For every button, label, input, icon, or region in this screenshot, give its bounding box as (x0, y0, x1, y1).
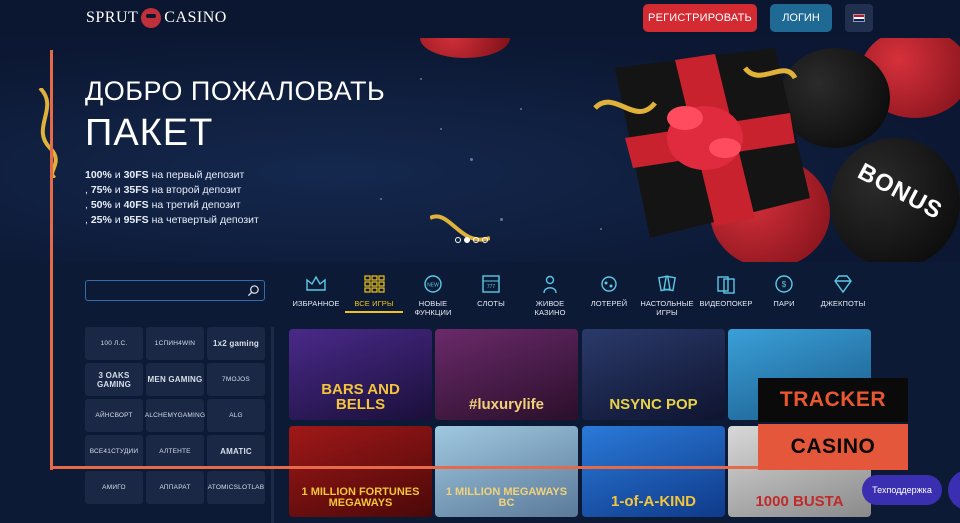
search-icon[interactable] (247, 284, 260, 297)
bonus-offer-line: , 75% и 35FS на второй депозит (85, 184, 242, 196)
tracker-watermark: TRACKER (758, 378, 908, 422)
new-badge-icon: NEW (424, 275, 442, 293)
coin-icon: $ (775, 275, 793, 293)
game-tile[interactable]: 1 MILLION MEGAWAYS BC (435, 426, 578, 517)
register-button[interactable]: РЕГИСТРИРОВАТЬ (643, 4, 757, 32)
category-lottery[interactable]: ЛОТЕРЕЙ (579, 274, 639, 308)
category-all-games[interactable]: ВСЕ ИГРЫ (344, 274, 404, 308)
logo-text-left: SPRUT (86, 9, 139, 26)
octopus-icon (141, 8, 162, 28)
banner-title: ДОБРО ПОЖАЛОВАТЬ (85, 76, 386, 106)
game-tile[interactable]: 1-of-A-KIND (582, 426, 725, 517)
provider-tile[interactable]: MEN GAMING (146, 363, 204, 396)
red-balloon-icon (420, 38, 510, 58)
provider-tile[interactable]: 1x2 gaming (207, 327, 265, 360)
category-table-games[interactable]: НАСТОЛЬНЫЕ ИГРЫ (637, 274, 697, 317)
bonus-offer-line: 100% и 30FS на первый депозит (85, 169, 245, 181)
grid-icon (364, 275, 385, 293)
banner-subtitle: ПАКЕТ (85, 112, 214, 154)
game-title: NSYNC POP (609, 396, 698, 413)
search-input[interactable] (90, 283, 240, 298)
category-live-casino[interactable]: ЖИВОЕ КАЗИНО (520, 274, 580, 317)
game-title: 1-of-A-KIND (611, 493, 696, 510)
game-tile[interactable]: NSYNC POP (582, 329, 725, 420)
provider-tile[interactable]: АЛТЕНТЕ (146, 435, 204, 468)
game-title: 1000 BUSTA (755, 493, 844, 510)
svg-text:NEW: NEW (427, 283, 439, 289)
casino-watermark: CASINO (758, 424, 908, 470)
page: SPRUT CASINO РЕГИСТРИРОВАТЬ ЛОГИН ДОБРО … (0, 0, 960, 523)
gold-ribbon-icon (430, 214, 490, 242)
gift-box-icon (593, 48, 810, 238)
category-video-poker[interactable]: ВИДЕОПОКЕР (696, 274, 756, 308)
svg-text:777: 777 (487, 284, 496, 290)
provider-tile[interactable]: ВСЕ41СТУДИИ (85, 435, 143, 468)
provider-tile[interactable]: ATOMICSLOTLAB (207, 471, 265, 504)
slider-dot[interactable] (482, 237, 488, 243)
category-slots[interactable]: 777 СЛОТЫ (461, 274, 521, 308)
game-search (85, 280, 265, 301)
poker-icon (717, 276, 735, 294)
game-title: #luxurylife (468, 396, 545, 413)
bonus-offers: 100% и 30FS на первый депозит , 75% и 35… (85, 168, 259, 228)
dealer-icon (543, 275, 557, 294)
provider-tile[interactable]: АМИГО (85, 471, 143, 504)
diamond-icon (834, 275, 852, 294)
slot-machine-icon: 777 (482, 275, 500, 293)
cards-icon (658, 275, 676, 292)
provider-tile[interactable]: ALCHEMYGAMING (145, 399, 205, 432)
svg-text:$: $ (782, 280, 787, 289)
game-tile[interactable]: #luxurylife (435, 329, 578, 420)
language-button[interactable] (845, 4, 873, 32)
provider-tile[interactable]: 100 Л.С. (85, 327, 143, 360)
provider-tile[interactable]: 3 OAKS GAMING (85, 363, 143, 396)
chat-icon[interactable] (948, 470, 960, 510)
site-logo[interactable]: SPRUT CASINO (86, 8, 227, 28)
crown-icon (306, 275, 326, 291)
provider-tile[interactable]: AMATIC (207, 435, 265, 468)
game-title: BARS AND BELLS (321, 381, 400, 413)
active-category-underline (345, 311, 403, 313)
category-jackpots[interactable]: ДЖЕКПОТЫ (813, 274, 873, 308)
provider-tile[interactable]: АППАРАТ (146, 471, 204, 504)
game-title: 1 MILLION MEGAWAYS BC (445, 486, 568, 509)
category-favorites[interactable]: ИЗБРАННОЕ (286, 274, 346, 308)
logo-text-right: CASINO (164, 9, 227, 26)
provider-tile[interactable]: 7MOJOS (207, 363, 265, 396)
overlay-frame-vertical (50, 50, 53, 470)
provider-tile[interactable]: ALG (207, 399, 265, 432)
category-bets[interactable]: $ ПАРИ (754, 274, 814, 308)
support-chat-button[interactable]: Техподдержка (862, 475, 942, 505)
slider-dot[interactable] (473, 237, 479, 243)
provider-tile[interactable]: 1СПИН4WIN (146, 327, 204, 360)
provider-scrollbar[interactable] (271, 327, 274, 523)
provider-grid: 100 Л.С. 1СПИН4WIN 1x2 gaming 3 OAKS GAM… (85, 327, 265, 504)
game-title: 1 MILLION FORTUNES MEGAWAYS (301, 486, 420, 509)
bonus-offer-line: , 50% и 40FS на третий депозит (85, 199, 241, 211)
lottery-icon (601, 276, 617, 292)
promo-banner[interactable]: ДОБРО ПОЖАЛОВАТЬ ПАКЕТ 100% и 30FS на пе… (0, 38, 960, 262)
overlay-frame-horizontal (50, 466, 760, 469)
game-tile[interactable]: 1 MILLION FORTUNES MEGAWAYS (289, 426, 432, 517)
bonus-offer-line: , 25% и 95FS на четвертый депозит (85, 214, 259, 226)
slider-dots (455, 237, 488, 243)
category-new-features[interactable]: NEW НОВЫЕ ФУНКЦИИ (403, 274, 463, 317)
login-button[interactable]: ЛОГИН (770, 4, 832, 32)
top-header: SPRUT CASINO РЕГИСТРИРОВАТЬ ЛОГИН (0, 0, 960, 38)
provider-tile[interactable]: АЙНСВОРТ (85, 399, 143, 432)
slider-dot[interactable] (455, 237, 461, 243)
game-tile[interactable]: BARS AND BELLS (289, 329, 432, 420)
uk-flag-icon (853, 14, 865, 22)
slider-dot-active[interactable] (464, 237, 470, 243)
